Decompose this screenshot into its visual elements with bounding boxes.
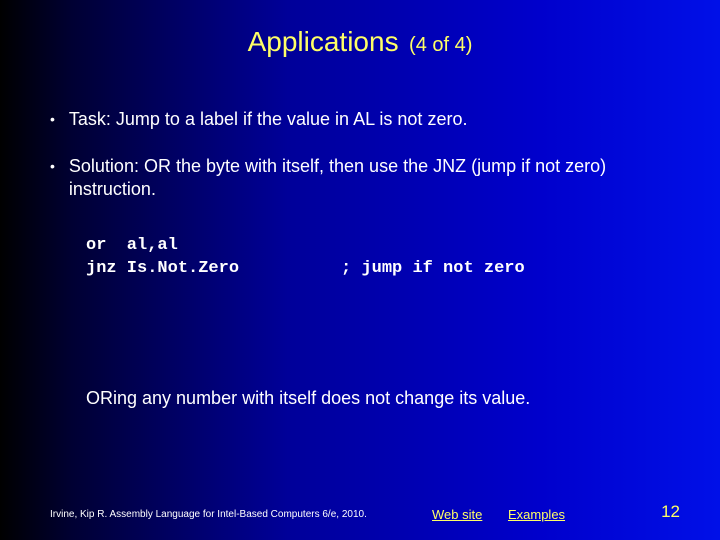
code-block: or al,al jnz Is.Not.Zero ; jump if not z… — [86, 235, 680, 281]
bullet-item: • Solution: OR the byte with itself, the… — [50, 155, 680, 201]
examples-link[interactable]: Examples — [508, 507, 565, 522]
bullet-item: • Task: Jump to a label if the value in … — [50, 108, 680, 131]
slide-title-counter: (4 of 4) — [409, 34, 472, 56]
bullet-dot-icon: • — [50, 108, 55, 131]
slide-body: • Task: Jump to a label if the value in … — [50, 108, 680, 281]
bullet-text: Solution: OR the byte with itself, then … — [69, 155, 680, 201]
page-number: 12 — [661, 502, 680, 522]
bullet-dot-icon: • — [50, 155, 55, 201]
footer-links: Web site Examples — [432, 507, 587, 522]
slide-title: Applications — [248, 26, 399, 57]
footer-citation: Irvine, Kip R. Assembly Language for Int… — [50, 509, 367, 520]
slide-title-area: Applications (4 of 4) — [0, 26, 720, 58]
slide: Applications (4 of 4) • Task: Jump to a … — [0, 0, 720, 540]
website-link[interactable]: Web site — [432, 507, 482, 522]
slide-note: ORing any number with itself does not ch… — [86, 388, 670, 409]
bullet-text: Task: Jump to a label if the value in AL… — [69, 108, 468, 131]
